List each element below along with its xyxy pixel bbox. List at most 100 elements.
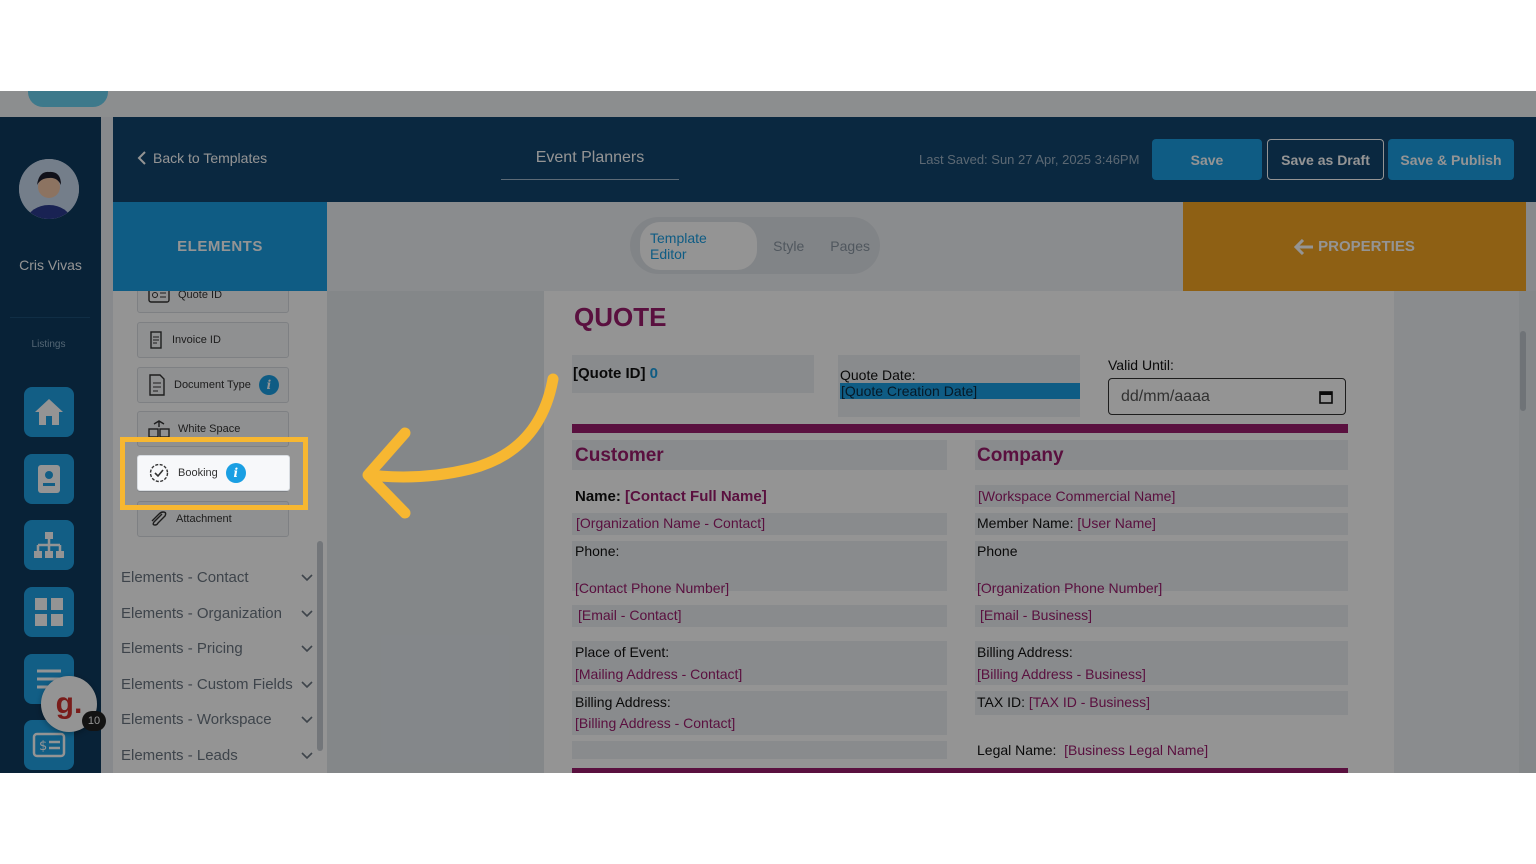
element-label: Booking bbox=[178, 467, 218, 479]
save-as-draft-button[interactable]: Save as Draft bbox=[1267, 139, 1384, 180]
section-divider bbox=[572, 424, 1348, 433]
section-elements-custom-fields[interactable]: Elements - Custom Fields bbox=[121, 676, 313, 693]
back-to-templates-link[interactable]: Back to Templates bbox=[137, 150, 267, 166]
info-icon[interactable]: i bbox=[258, 375, 279, 395]
invoice-icon bbox=[150, 331, 162, 349]
tab-style[interactable]: Style bbox=[763, 230, 814, 262]
left-rail: Cris Vivas Listings $ bbox=[0, 117, 101, 773]
document-title-input[interactable]: Event Planners bbox=[501, 149, 679, 180]
section-label: Elements - Leads bbox=[121, 747, 238, 764]
customer-heading: Customer bbox=[575, 445, 664, 466]
tab-pages[interactable]: Pages bbox=[820, 230, 880, 262]
legal-label: Legal Name: bbox=[977, 742, 1057, 758]
element-label: Invoice ID bbox=[172, 334, 221, 346]
white-space-icon bbox=[148, 420, 170, 438]
app-window: Cris Vivas Listings $ g. 10 Back to Temp… bbox=[0, 91, 1536, 773]
properties-label: PROPERTIES bbox=[1318, 238, 1415, 255]
element-invoice-id[interactable]: Invoice ID bbox=[137, 322, 289, 358]
elements-tab[interactable]: ELEMENTS bbox=[113, 202, 327, 291]
element-document-type[interactable]: Document Type i bbox=[137, 367, 289, 403]
customer-name-row: Name: [Contact Full Name] bbox=[575, 488, 767, 505]
customer-billing-label: Billing Address: bbox=[575, 694, 671, 710]
chevron-down-icon bbox=[301, 609, 313, 617]
section-elements-organization[interactable]: Elements - Organization bbox=[121, 605, 313, 622]
section-elements-contact[interactable]: Elements - Contact bbox=[121, 569, 313, 586]
legal-name-row: Legal Name: [Business Legal Name] bbox=[977, 742, 1208, 758]
company-email: [Email - Business] bbox=[980, 607, 1093, 623]
quote-id-value: 0 bbox=[649, 365, 659, 382]
home-button[interactable] bbox=[24, 387, 74, 437]
date-placeholder: dd/mm/aaaa bbox=[1121, 387, 1210, 405]
company-billing-value: [Billing Address - Business] bbox=[977, 666, 1146, 682]
save-button[interactable]: Save bbox=[1152, 139, 1262, 180]
legal-value: [Business Legal Name] bbox=[1064, 742, 1209, 758]
company-heading: Company bbox=[977, 445, 1064, 466]
properties-tab[interactable]: PROPERTIES bbox=[1183, 202, 1526, 291]
element-label: Document Type bbox=[174, 379, 251, 391]
element-label: Attachment bbox=[176, 513, 232, 525]
save-and-publish-button[interactable]: Save & Publish bbox=[1388, 139, 1514, 180]
member-value: [User Name] bbox=[1077, 515, 1156, 531]
member-label: Member Name: bbox=[977, 515, 1074, 531]
section-label: Elements - Custom Fields bbox=[121, 676, 293, 693]
chevron-down-icon bbox=[301, 680, 313, 688]
browser-top-strip bbox=[0, 91, 1536, 117]
workspace-name: [Workspace Commercial Name] bbox=[978, 488, 1176, 504]
widget-letter: g. bbox=[55, 687, 83, 720]
quote-date-label: Quote Date: bbox=[840, 367, 916, 383]
user-name: Cris Vivas bbox=[19, 257, 82, 273]
chevron-left-icon bbox=[137, 151, 146, 165]
elements-scrollbar[interactable] bbox=[317, 541, 323, 751]
section-elements-pricing[interactable]: Elements - Pricing bbox=[121, 640, 313, 657]
editor-tabs: Template Editor Style Pages bbox=[630, 217, 880, 274]
annotation-arrow-icon bbox=[362, 373, 559, 519]
dashboard-button[interactable] bbox=[24, 587, 74, 637]
quote-id-icon bbox=[148, 291, 170, 303]
avatar[interactable] bbox=[19, 159, 79, 219]
blank-field[interactable] bbox=[572, 741, 947, 759]
tax-id-row: TAX ID: [TAX ID - Business] bbox=[977, 694, 1150, 710]
element-quote-id[interactable]: Quote ID bbox=[137, 291, 289, 313]
company-billing-label: Billing Address: bbox=[977, 644, 1073, 660]
invoice-icon: $ bbox=[32, 732, 66, 758]
section-label: Elements - Contact bbox=[121, 569, 249, 586]
app-logo bbox=[28, 91, 108, 107]
id-card-icon bbox=[38, 465, 60, 493]
valid-until-date-input[interactable]: dd/mm/aaaa bbox=[1108, 378, 1346, 415]
section-label: Elements - Pricing bbox=[121, 640, 243, 657]
company-phone-label: Phone bbox=[977, 543, 1018, 559]
chevron-down-icon bbox=[301, 751, 313, 759]
annotation-highlight-box: Booking i bbox=[120, 437, 308, 510]
bottom-divider bbox=[572, 768, 1348, 773]
section-label: Elements - Workspace bbox=[121, 711, 272, 728]
valid-until-label: Valid Until: bbox=[1108, 357, 1174, 373]
notification-count-badge: 10 bbox=[82, 711, 106, 731]
page-scrollbar[interactable] bbox=[1520, 331, 1526, 411]
quote-title: QUOTE bbox=[574, 302, 667, 332]
name-label: Name: bbox=[575, 488, 621, 505]
customer-phone-value: [Contact Phone Number] bbox=[575, 580, 730, 596]
highlighted-booking-element[interactable]: Booking i bbox=[137, 455, 290, 491]
document-icon bbox=[149, 374, 165, 396]
chevron-down-icon bbox=[301, 644, 313, 652]
name-value: [Contact Full Name] bbox=[625, 488, 767, 505]
grid-icon bbox=[35, 598, 63, 626]
customer-organization: [Organization Name - Contact] bbox=[576, 515, 766, 531]
section-elements-leads[interactable]: Elements - Leads bbox=[121, 747, 313, 764]
organization-button[interactable] bbox=[24, 520, 74, 570]
editor-header: Back to Templates Event Planners Last Sa… bbox=[113, 117, 1536, 202]
tax-label: TAX ID: bbox=[977, 694, 1025, 710]
listings-label: Listings bbox=[31, 339, 66, 350]
customer-email: [Email - Contact] bbox=[578, 607, 682, 623]
rail-divider bbox=[10, 317, 90, 318]
company-phone-value: [Organization Phone Number] bbox=[977, 580, 1163, 596]
last-saved-text: Last Saved: Sun 27 Apr, 2025 3:46PM bbox=[919, 152, 1140, 167]
tab-template-editor[interactable]: Template Editor bbox=[640, 221, 758, 270]
contacts-button[interactable] bbox=[24, 454, 74, 504]
place-of-event-value: [Mailing Address - Contact] bbox=[575, 666, 743, 682]
elements-panel: Quote ID Invoice ID Document Type i Whit… bbox=[113, 291, 327, 773]
section-elements-workspace[interactable]: Elements - Workspace bbox=[121, 711, 313, 728]
booking-badge-icon bbox=[149, 463, 169, 483]
chevron-down-icon bbox=[301, 715, 313, 723]
info-icon[interactable]: i bbox=[225, 463, 246, 483]
